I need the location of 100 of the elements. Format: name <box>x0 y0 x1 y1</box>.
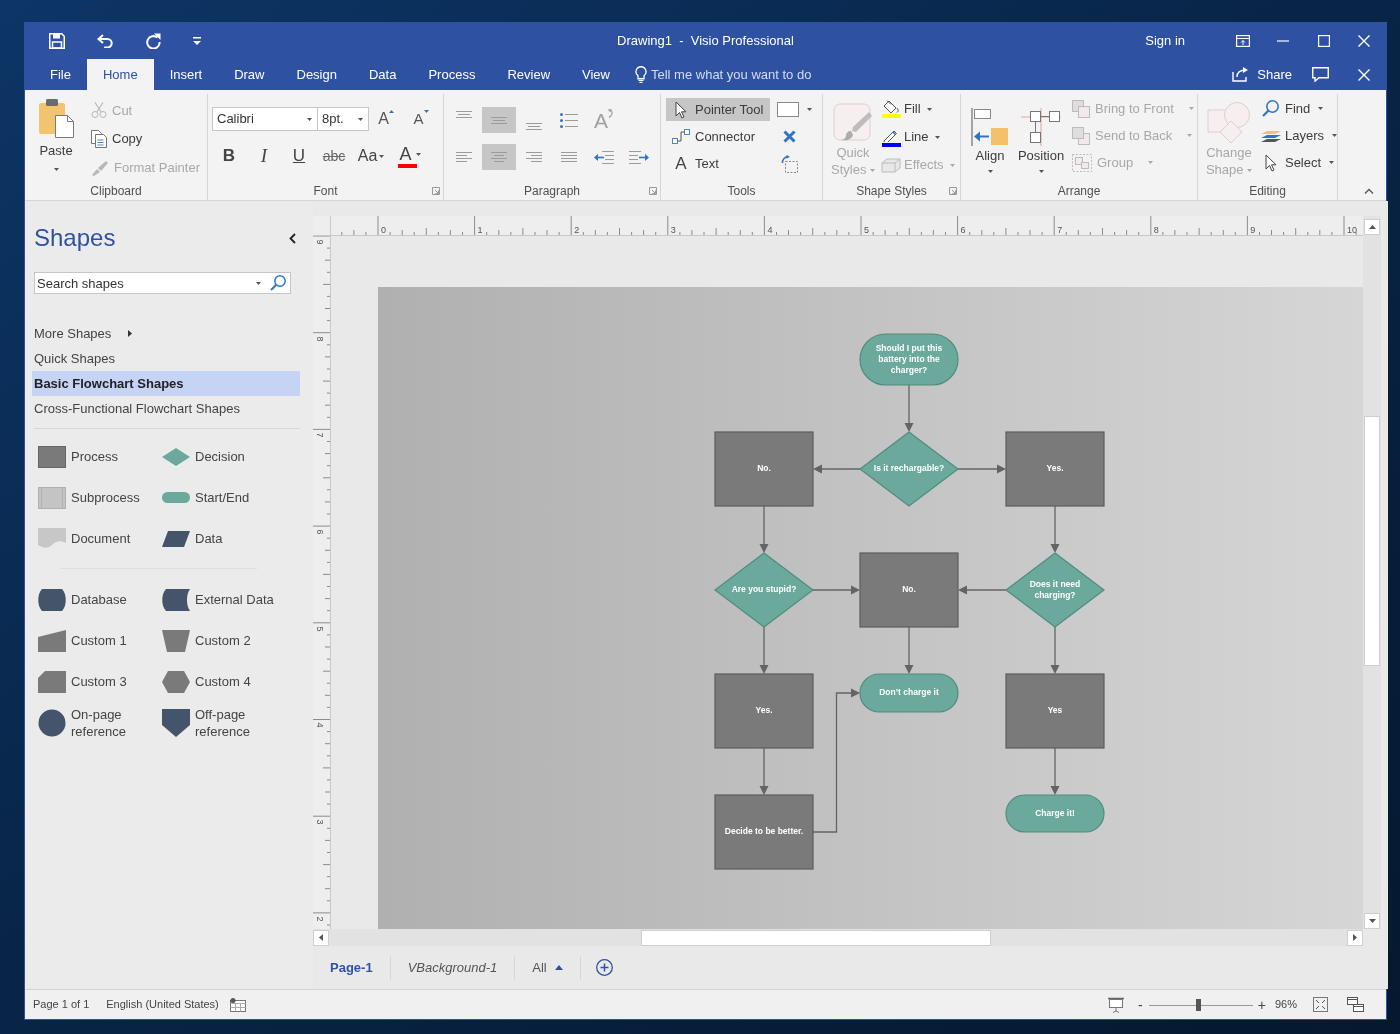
shape-stencil-item[interactable]: Decision <box>162 436 286 477</box>
connector-arrow <box>1050 626 1060 674</box>
dialog-launcher-icon[interactable] <box>649 187 657 195</box>
ruler-number: 6 <box>314 529 324 537</box>
projector-screen-icon[interactable] <box>1108 996 1125 1013</box>
rectangle-tool-button[interactable] <box>777 102 812 117</box>
stencil-list-item[interactable]: Basic Flowchart Shapes <box>32 371 300 396</box>
shape-stencil-item[interactable]: Off-page reference <box>162 702 286 743</box>
rotate-icon[interactable] <box>781 154 798 173</box>
page-tab[interactable]: VBackground-1 <box>390 955 516 980</box>
close-icon[interactable] <box>1358 35 1370 47</box>
shrink-font-button[interactable]: A <box>408 107 434 131</box>
shape-stencil-item[interactable]: Custom 1 <box>38 620 162 661</box>
fit-page-icon[interactable] <box>1313 997 1328 1012</box>
select-button[interactable]: Select <box>1260 149 1337 176</box>
search-icon[interactable] <box>270 275 286 291</box>
shape-stencil-item[interactable]: Database <box>38 579 162 620</box>
group-label: Font <box>313 183 338 200</box>
position-icon <box>1021 108 1061 146</box>
ribbon-tab[interactable]: Draw <box>218 59 281 90</box>
chevron-left-icon[interactable] <box>289 232 296 244</box>
close-icon[interactable] <box>1358 68 1370 81</box>
stencil-list-item[interactable]: Quick Shapes <box>32 346 300 371</box>
font-name-field[interactable]: Calibri <box>212 107 318 131</box>
chevron-up-icon[interactable] <box>1364 188 1374 194</box>
add-page-icon[interactable] <box>595 959 613 976</box>
ribbon-tab[interactable]: Insert <box>153 59 219 90</box>
shape-stencil-item[interactable]: Custom 3 <box>38 661 162 702</box>
circular-arrow-icon[interactable] <box>145 33 161 49</box>
ribbon-tab[interactable]: Data <box>352 59 413 90</box>
connector-tool-button[interactable]: Connector <box>666 125 770 148</box>
strikethrough-button[interactable]: abc <box>319 143 349 169</box>
ribbon-display-icon[interactable] <box>1236 35 1250 47</box>
diamond-icon <box>162 447 190 466</box>
shape-stencil-item[interactable]: On-page reference <box>38 702 162 743</box>
comment-icon[interactable] <box>1312 67 1329 82</box>
line-button[interactable]: Line <box>881 123 955 151</box>
more-shapes-menu[interactable]: More Shapes <box>32 321 300 346</box>
underline-button[interactable]: U <box>284 143 314 169</box>
layers-button[interactable]: Layers <box>1260 122 1337 149</box>
pointer-tool-button[interactable]: Pointer Tool <box>666 98 770 121</box>
maximize-icon[interactable] <box>1318 35 1330 47</box>
page-count[interactable]: Page 1 of 1 <box>33 996 90 1013</box>
ribbon-tab[interactable]: File <box>34 59 87 90</box>
shape-stencil-item[interactable]: Start/End <box>162 477 286 518</box>
shape-stencil-item[interactable]: Data <box>162 518 286 559</box>
curved-arrow-icon <box>608 109 614 118</box>
language-status[interactable]: English (United States) <box>106 996 219 1013</box>
paste-button[interactable]: Paste <box>33 94 79 182</box>
scrollbar-thumb[interactable] <box>641 929 991 946</box>
undo-arrow-icon[interactable] <box>97 34 113 48</box>
zoom-in-button[interactable]: + <box>1257 997 1266 1012</box>
zoom-slider-track[interactable] <box>1148 998 1253 1011</box>
ribbon-tab[interactable]: Process <box>412 59 492 90</box>
grow-font-button[interactable]: A <box>373 107 399 131</box>
scroll-up-button[interactable] <box>1364 219 1380 235</box>
change-case-button[interactable]: Aa <box>354 143 388 169</box>
zoom-slider-thumb[interactable] <box>1195 998 1201 1011</box>
ribbon-tab[interactable]: Design <box>280 59 353 90</box>
shape-stencil-item[interactable]: Subprocess <box>38 477 162 518</box>
bold-button[interactable]: B <box>214 143 244 169</box>
font-size-field[interactable]: 8pt. <box>318 107 369 131</box>
zoom-level[interactable]: 96% <box>1274 996 1297 1013</box>
fill-button[interactable]: Fill <box>881 95 955 123</box>
shape-stencil-item[interactable]: Document <box>38 518 162 559</box>
find-button[interactable]: Find <box>1260 95 1337 122</box>
ribbon-tab[interactable]: Home <box>86 59 154 90</box>
stencil-list-item[interactable]: Cross-Functional Flowchart Shapes <box>32 396 300 421</box>
shape-stencil-item[interactable]: Custom 2 <box>162 620 286 661</box>
share-button[interactable]: Share <box>1232 64 1292 85</box>
table-icon[interactable] <box>229 997 246 1012</box>
align-button[interactable]: Align <box>970 94 1010 182</box>
font-color-button[interactable]: A <box>393 143 427 169</box>
ribbon-tab[interactable]: View <box>566 59 626 90</box>
all-pages-menu[interactable]: All <box>515 955 581 980</box>
connection-point-icon[interactable] <box>783 130 796 143</box>
search-field[interactable]: Search shapes <box>34 272 291 294</box>
shape-stencil-item[interactable]: External Data <box>162 579 286 620</box>
scrollbar-thumb[interactable] <box>1364 416 1380 666</box>
shape-stencil-item[interactable]: Process <box>38 436 162 477</box>
save-icon[interactable] <box>49 33 65 49</box>
scroll-left-button[interactable] <box>313 929 329 946</box>
text-tool-button[interactable]: A Text <box>666 152 770 175</box>
page-tab[interactable]: Page-1 <box>313 955 391 980</box>
zoom-out-button[interactable]: - <box>1138 997 1143 1012</box>
ribbon-tab[interactable]: Review <box>491 59 567 90</box>
copy-button[interactable]: Copy <box>91 124 200 154</box>
switch-windows-icon[interactable] <box>1347 997 1364 1012</box>
sign-in-link[interactable]: Sign in <box>1145 31 1185 51</box>
align-right-icon <box>526 152 542 162</box>
customize-caret-icon[interactable] <box>193 37 201 45</box>
italic-button[interactable]: I <box>249 143 279 169</box>
scroll-down-button[interactable] <box>1364 913 1380 929</box>
dialog-launcher-icon[interactable] <box>949 187 957 195</box>
group-label: Shape Styles <box>856 183 927 200</box>
scroll-right-button[interactable] <box>1347 929 1363 946</box>
shape-stencil-item[interactable]: Custom 4 <box>162 661 286 702</box>
position-button[interactable]: Position <box>1016 94 1066 182</box>
dialog-launcher-icon[interactable] <box>432 187 440 195</box>
tell-me-field[interactable]: Tell me what you want to do <box>651 64 841 85</box>
